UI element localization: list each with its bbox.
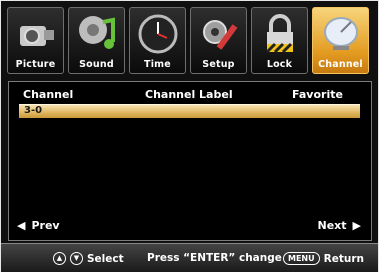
select-label: Select <box>87 252 124 265</box>
channel-number: 3-0 <box>24 105 43 116</box>
footer-bar: ▲ ▼ Select Press “ENTER” change MENU Ret… <box>1 243 378 272</box>
tab-label: Picture <box>15 59 56 70</box>
tab-lock[interactable]: Lock <box>251 7 308 74</box>
menu-tabs: Picture Sound Time Setup Lock Channel <box>7 7 373 79</box>
tab-label: Sound <box>79 59 114 70</box>
select-hint: ▲ ▼ Select <box>53 252 124 265</box>
music-note-icon <box>79 16 115 49</box>
camera-icon <box>20 26 54 46</box>
tools-icon <box>203 20 238 50</box>
return-label: Return <box>323 252 364 265</box>
return-hint: MENU Return <box>283 252 364 265</box>
tab-label: Setup <box>202 59 235 70</box>
prev-label: Prev <box>31 219 60 232</box>
menu-key-icon: MENU <box>283 252 320 265</box>
next-button[interactable]: Next ▶ <box>318 219 362 232</box>
tab-label: Lock <box>266 59 293 70</box>
clock-icon <box>138 14 178 54</box>
tab-time[interactable]: Time <box>129 7 186 74</box>
tab-sound[interactable]: Sound <box>68 7 125 74</box>
channel-menu-window: Picture Sound Time Setup Lock Channel Ch… <box>0 0 379 272</box>
satellite-dish-icon <box>324 17 358 50</box>
tab-channel[interactable]: Channel <box>312 7 369 74</box>
padlock-icon <box>265 14 293 54</box>
tab-label: Channel <box>318 59 363 70</box>
up-button-icon: ▲ <box>53 252 66 265</box>
right-arrow-icon: ▶ <box>352 219 361 232</box>
left-arrow-icon: ◀ <box>17 219 26 232</box>
tab-picture[interactable]: Picture <box>7 7 64 74</box>
down-button-icon: ▼ <box>70 252 83 265</box>
tab-setup[interactable]: Setup <box>190 7 247 74</box>
enter-hint: Press “ENTER” change <box>147 252 282 264</box>
column-header-favorite: Favorite <box>292 88 343 101</box>
prev-button[interactable]: ◀ Prev <box>17 219 60 232</box>
column-header-channel: Channel <box>23 88 74 101</box>
channel-row[interactable]: 3-0 <box>19 104 360 118</box>
column-header-channel-label: Channel Label <box>145 88 233 101</box>
next-label: Next <box>317 219 347 232</box>
tab-label: Time <box>144 59 171 70</box>
channel-list: Channel Channel Label Favorite 3-0 ◀ Pre… <box>8 81 372 241</box>
